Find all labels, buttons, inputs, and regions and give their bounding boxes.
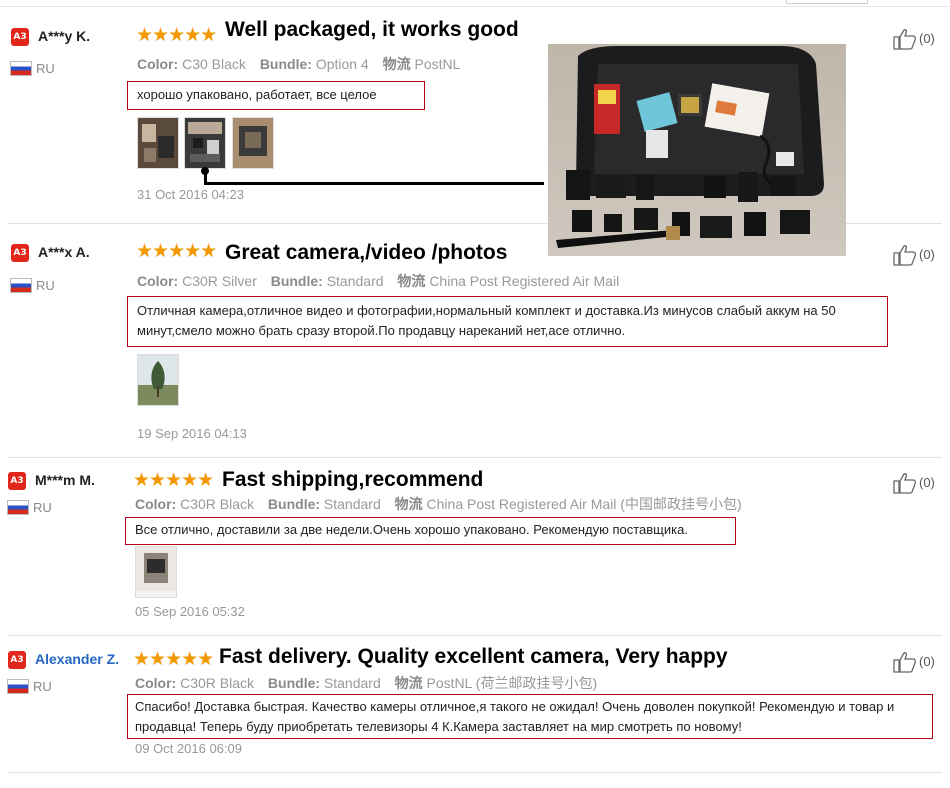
review-date: 31 Oct 2016 04:23	[137, 187, 244, 202]
review-divider	[8, 457, 942, 458]
review-date: 09 Oct 2016 06:09	[135, 741, 242, 756]
color-label: Color:	[137, 56, 179, 72]
shipping-label: 物流	[397, 273, 426, 289]
bundle-value: Option 4	[315, 56, 369, 72]
color-label: Color:	[135, 496, 177, 512]
order-info: Color: C30R Black Bundle: Standard 物流 Ch…	[135, 494, 742, 514]
review-text: Спасибо! Доставка быстрая. Качество каме…	[127, 694, 933, 739]
like-count: (0)	[919, 475, 935, 490]
buyer-level-badge: A3	[8, 472, 26, 490]
review-photo-thumb[interactable]	[135, 546, 177, 598]
russia-flag-icon	[10, 278, 32, 293]
rating-stars: ★★★★★	[136, 241, 217, 262]
reviewer-country: RU	[33, 500, 52, 515]
review-text: хорошо упаковано, работает, все целое	[127, 81, 425, 110]
review-date: 05 Sep 2016 05:32	[135, 604, 245, 619]
buyer-level-badge: A3	[8, 651, 26, 669]
rating-stars: ★★★★★	[133, 470, 214, 491]
reviewer-name: A***x A.	[38, 244, 90, 260]
order-info: Color: C30 Black Bundle: Option 4 物流 Pos…	[137, 54, 460, 74]
review-text: Все отлично, доставили за две недели.Оче…	[125, 517, 736, 545]
review-photo-thumb[interactable]	[137, 117, 179, 169]
like-button[interactable]: (0)	[893, 28, 950, 50]
shipping-label: 物流	[394, 675, 423, 691]
buyer-level-badge: A3	[11, 244, 29, 262]
shipping-value: PostNL	[414, 56, 461, 72]
like-button[interactable]: (0)	[893, 244, 950, 266]
buyer-level-badge: A3	[11, 28, 29, 46]
shipping-value: China Post Registered Air Mail (中国邮政挂号小包…	[426, 496, 742, 512]
pager-stub[interactable]	[786, 0, 868, 4]
color-label: Color:	[135, 675, 177, 691]
reviewer-country: RU	[36, 278, 55, 293]
like-button[interactable]: (0)	[893, 651, 950, 673]
review-photo-thumb[interactable]	[184, 117, 226, 169]
like-button[interactable]: (0)	[893, 472, 950, 494]
shipping-label: 物流	[394, 496, 423, 512]
shipping-value: PostNL (荷兰邮政挂号小包)	[426, 675, 598, 691]
russia-flag-icon	[7, 679, 29, 694]
bundle-label: Bundle:	[270, 273, 323, 289]
bundle-label: Bundle:	[267, 496, 321, 512]
review-divider	[8, 635, 942, 636]
russia-flag-icon	[7, 500, 29, 515]
shipping-label: 物流	[382, 56, 411, 72]
thumbs-up-icon	[893, 29, 917, 50]
rating-stars: ★★★★★	[136, 25, 217, 46]
thumbs-up-icon	[893, 473, 917, 494]
review-headline: Well packaged, it works good	[225, 18, 519, 41]
review-photo-thumb[interactable]	[137, 354, 179, 406]
color-value: C30 Black	[182, 56, 246, 72]
rating-stars: ★★★★★	[133, 649, 214, 670]
color-value: C30R Black	[180, 496, 255, 512]
review-photo-thumb[interactable]	[232, 117, 274, 169]
shipping-value: China Post Registered Air Mail	[429, 273, 620, 289]
color-label: Color:	[137, 273, 179, 289]
reviewer-name-link[interactable]: Alexander Z.	[35, 651, 119, 667]
bundle-label: Bundle:	[267, 675, 321, 691]
order-info: Color: C30R Black Bundle: Standard 物流 Po…	[135, 673, 597, 693]
reviewer-country: RU	[36, 61, 55, 76]
thumbs-up-icon	[893, 245, 917, 266]
like-count: (0)	[919, 654, 935, 669]
bundle-value: Standard	[323, 675, 381, 691]
bundle-value: Standard	[326, 273, 384, 289]
color-value: C30R Silver	[182, 273, 257, 289]
review-text: Отличная камера,отличное видео и фотогра…	[127, 296, 888, 347]
enlarged-review-photo	[548, 44, 846, 256]
like-count: (0)	[919, 31, 935, 46]
bundle-label: Bundle:	[259, 56, 312, 72]
review-divider	[8, 772, 942, 773]
russia-flag-icon	[10, 61, 32, 76]
review-headline: Fast delivery. Quality excellent camera,…	[219, 645, 728, 668]
review-headline: Great camera,/video /photos	[225, 241, 508, 264]
reviewer-name: A***y K.	[38, 28, 91, 44]
review-date: 19 Sep 2016 04:13	[137, 426, 247, 441]
color-value: C30R Black	[180, 675, 255, 691]
connector-line	[204, 182, 544, 185]
reviewer-name: M***m M.	[35, 472, 95, 488]
top-divider	[0, 0, 950, 7]
like-count: (0)	[919, 247, 935, 262]
review-headline: Fast shipping,recommend	[222, 468, 484, 491]
reviewer-country: RU	[33, 679, 52, 694]
bundle-value: Standard	[323, 496, 381, 512]
order-info: Color: C30R Silver Bundle: Standard 物流 C…	[137, 271, 619, 291]
thumbs-up-icon	[893, 652, 917, 673]
